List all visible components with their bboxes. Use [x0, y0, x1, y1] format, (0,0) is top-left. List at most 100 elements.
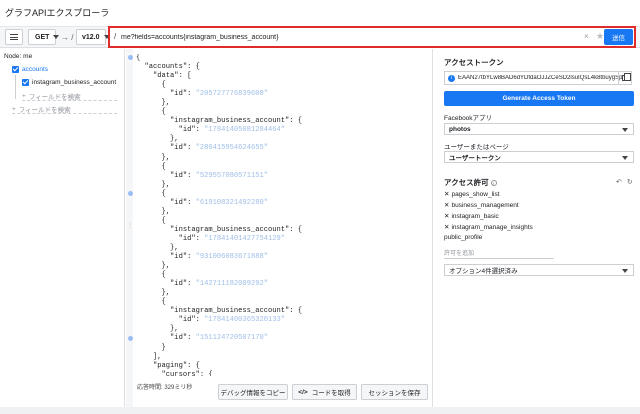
json-line: "id": "142711182009292" — [136, 280, 268, 289]
json-line: "instagram_business_account": { — [136, 307, 303, 316]
save-session-button[interactable]: セッションを保存 — [361, 384, 428, 400]
remove-icon[interactable]: ✕ — [444, 224, 449, 231]
json-line: "cursors": { — [136, 370, 213, 376]
clear-icon[interactable]: × — [584, 32, 589, 41]
json-line: "id": "619108321492280" — [136, 198, 268, 207]
json-line: }, — [136, 153, 171, 162]
permissions-title: アクセス許可 i — [444, 177, 497, 188]
tree-item-accounts[interactable]: accounts — [12, 66, 48, 73]
query-path-input[interactable] — [121, 30, 581, 44]
checkbox-checked-icon[interactable] — [22, 79, 29, 86]
add-permission-input[interactable]: 許可を追加 — [444, 248, 554, 259]
chevron-down-icon — [622, 269, 628, 273]
json-line: }, — [136, 325, 179, 334]
json-line: "instagram_business_account": { — [136, 117, 303, 126]
json-line: }, — [136, 207, 171, 216]
title-bar: グラフAPIエクスプローラ — [0, 0, 640, 26]
star-icon[interactable]: ★ — [596, 31, 604, 42]
node-label: Node: me — [4, 53, 33, 60]
json-line: { — [136, 162, 166, 171]
chevron-down-icon — [53, 35, 60, 39]
permissions-title-text: アクセス許可 — [444, 178, 489, 187]
plus-icon: + — [12, 105, 16, 113]
refresh-icon[interactable]: ↻ — [627, 179, 633, 186]
generate-token-button[interactable]: Generate Access Token — [444, 91, 634, 106]
json-line: "id": "931006083671888" — [136, 253, 268, 262]
tree-item-label: instagram_business_account — [32, 79, 117, 86]
user-page-value: ユーザートークン — [449, 155, 501, 162]
copy-debug-button[interactable]: デバッグ情報をコピー — [218, 384, 288, 400]
json-line: "id": "17841405081284464" — [136, 126, 286, 135]
submit-button[interactable]: 送信 — [604, 29, 633, 45]
json-line: }, — [136, 243, 179, 252]
options-select-value: オプション4件選択済み — [449, 268, 518, 275]
access-token-value: EAAN27tbYLw8BAD6dYDfdaOJJZCeSD2lsuIQsL4k… — [458, 75, 622, 81]
user-page-label: ユーザーまたはページ — [444, 144, 509, 151]
permission-actions: ↶ ↻ — [616, 178, 633, 186]
permission-label: public_profile — [444, 234, 483, 241]
json-line: "id": "151124720507170" — [136, 334, 268, 343]
method-value: GET — [35, 33, 50, 41]
json-line: }, — [136, 262, 171, 271]
permission-item: ✕ instagram_manage_insights — [444, 223, 533, 231]
hamburger-icon — [10, 34, 18, 40]
remove-icon[interactable]: ✕ — [444, 202, 449, 209]
plus-icon: + — [22, 92, 26, 100]
permission-label: pages_show_list — [451, 191, 500, 198]
json-line: "paging": { — [136, 361, 200, 370]
json-line: { — [136, 271, 166, 280]
query-path-field: / × ★ 送信 — [108, 26, 636, 48]
version-value: v12.0 — [82, 33, 100, 41]
user-page-select[interactable]: ユーザートークン — [444, 151, 634, 163]
collapse-marker-icon[interactable] — [128, 191, 133, 196]
options-select[interactable]: オプション4件選択済み — [444, 264, 634, 276]
json-line: { — [136, 54, 141, 62]
json-line: }, — [136, 180, 171, 189]
json-line: "id": "17841401427754129" — [136, 234, 286, 243]
version-select[interactable]: v12.0 — [76, 29, 110, 45]
json-response: { "accounts": { "data": [ { "id": "20572… — [136, 54, 432, 376]
method-select[interactable]: GET — [28, 29, 60, 45]
response-time: 応答時間: 329ミリ秒 — [137, 385, 193, 391]
facebook-app-select[interactable]: photos — [444, 123, 634, 135]
undo-icon[interactable]: ↶ — [616, 179, 622, 186]
json-line: "data": [ — [136, 72, 192, 81]
json-line: "id": "17841400365320133" — [136, 316, 286, 325]
json-line: }, — [136, 99, 171, 108]
info-icon: i — [448, 74, 455, 82]
tree-item-label: accounts — [22, 66, 49, 73]
json-line: "accounts": { — [136, 63, 200, 72]
field-tree-panel: Node: me accounts instagram_business_acc… — [0, 49, 125, 407]
json-line: { — [136, 298, 166, 307]
json-line: { — [136, 189, 166, 198]
json-line: ], — [136, 352, 162, 361]
checkbox-checked-icon[interactable] — [12, 66, 19, 73]
access-token-field[interactable]: i EAAN27tbYLw8BAD6dYDfdaOJJZCeSD2lsuIQsL… — [444, 71, 632, 85]
token-title: アクセストークン — [444, 58, 504, 67]
json-line: "id": "529557080571151" — [136, 171, 268, 180]
divider — [12, 113, 117, 114]
get-code-button[interactable]: </> コードを取得 — [292, 384, 357, 400]
collapse-marker-icon[interactable] — [128, 55, 133, 60]
permission-item: ✕ pages_show_list — [444, 190, 500, 198]
facebook-app-label: Facebookアプリ — [444, 115, 493, 122]
json-line: }, — [136, 135, 179, 144]
menu-button[interactable] — [5, 29, 23, 45]
collapse-marker-icon[interactable] — [128, 336, 133, 341]
copy-debug-label: デバッグ情報をコピー — [220, 390, 286, 397]
arrow-right-icon: → / — [61, 33, 74, 42]
save-session-label: セッションを保存 — [368, 390, 421, 397]
json-line: "id": "280415954624655" — [136, 144, 268, 153]
bottom-scrollbar[interactable] — [0, 407, 640, 414]
remove-icon[interactable]: ✕ — [444, 213, 449, 220]
permission-label: business_management — [451, 202, 519, 209]
app-title: グラフAPIエクスプローラ — [5, 8, 110, 18]
json-line: { — [136, 216, 166, 225]
remove-icon[interactable]: ✕ — [444, 191, 449, 198]
copy-icon[interactable] — [618, 72, 631, 84]
info-icon: i — [490, 180, 497, 187]
tree-item-instagram-business-account[interactable]: instagram_business_account — [22, 79, 116, 86]
chevron-down-icon — [622, 156, 628, 160]
json-line: "id": "205727776839600" — [136, 90, 268, 99]
facebook-app-value: photos — [449, 125, 471, 133]
